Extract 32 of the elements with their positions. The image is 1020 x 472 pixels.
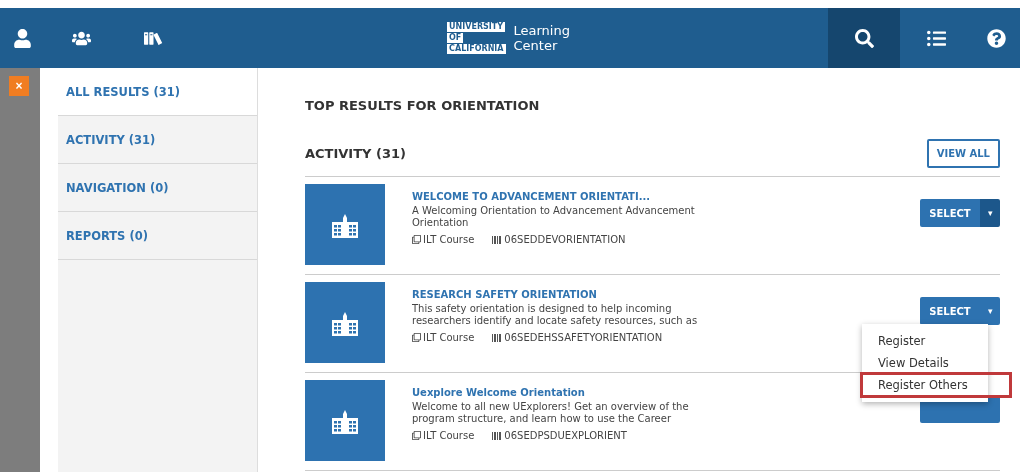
close-button[interactable]: ×: [9, 76, 29, 96]
dropdown-caret-button[interactable]: ▾: [980, 199, 1000, 227]
course-type: ILT Course: [423, 332, 475, 343]
barcode-icon: [492, 333, 503, 342]
menu-item[interactable]: View Details: [862, 352, 988, 374]
dropdown-caret-button[interactable]: ▾: [980, 297, 1000, 325]
copy-icon: [412, 235, 421, 244]
course-code: 06SEDEHSSAFETYORIENTATION: [504, 332, 663, 343]
course-description: A Welcoming Orientation to Advancement Advancement Orientation: [412, 205, 696, 229]
app-title: Learning Center: [513, 23, 570, 53]
menu-item[interactable]: Register Others: [862, 374, 1010, 396]
section-title: ACTIVITY (31): [305, 146, 406, 161]
sidebar-item[interactable]: ALL RESULTS (31): [58, 68, 257, 116]
select-button[interactable]: SELECT: [920, 199, 980, 227]
university-logo: UNIVERSITY OF CALIFORNIA: [447, 22, 506, 54]
view-all-button[interactable]: VIEW ALL: [926, 139, 1000, 168]
menu-item[interactable]: Register: [862, 330, 988, 352]
course-title-link[interactable]: RESEARCH SAFETY ORIENTATION: [412, 289, 893, 300]
course-code: 06SEDDEVORIENTATION: [504, 234, 626, 245]
select-button[interactable]: SELECT: [920, 297, 980, 325]
course-type: ILT Course: [423, 430, 475, 441]
course-description: Welcome to all new UExplorers! Get an overview of the program structure, and learn how to use the Career: [412, 401, 690, 425]
copy-icon: [412, 431, 421, 440]
search-icon[interactable]: [828, 8, 900, 68]
course-type: ILT Course: [423, 234, 475, 245]
copy-icon: [412, 333, 421, 342]
results-title: TOP RESULTS FOR ORIENTATION: [305, 98, 541, 113]
course-title-link[interactable]: WELCOME TO ADVANCEMENT ORIENTATI...: [412, 191, 893, 202]
course-code: 06SEDPSDUEXPLORIENT: [504, 430, 627, 441]
barcode-icon: [492, 431, 503, 440]
barcode-icon: [492, 235, 503, 244]
course-description: This safety orientation is designed to help incoming researchers identify and locate safety resources, such as: [412, 303, 699, 327]
